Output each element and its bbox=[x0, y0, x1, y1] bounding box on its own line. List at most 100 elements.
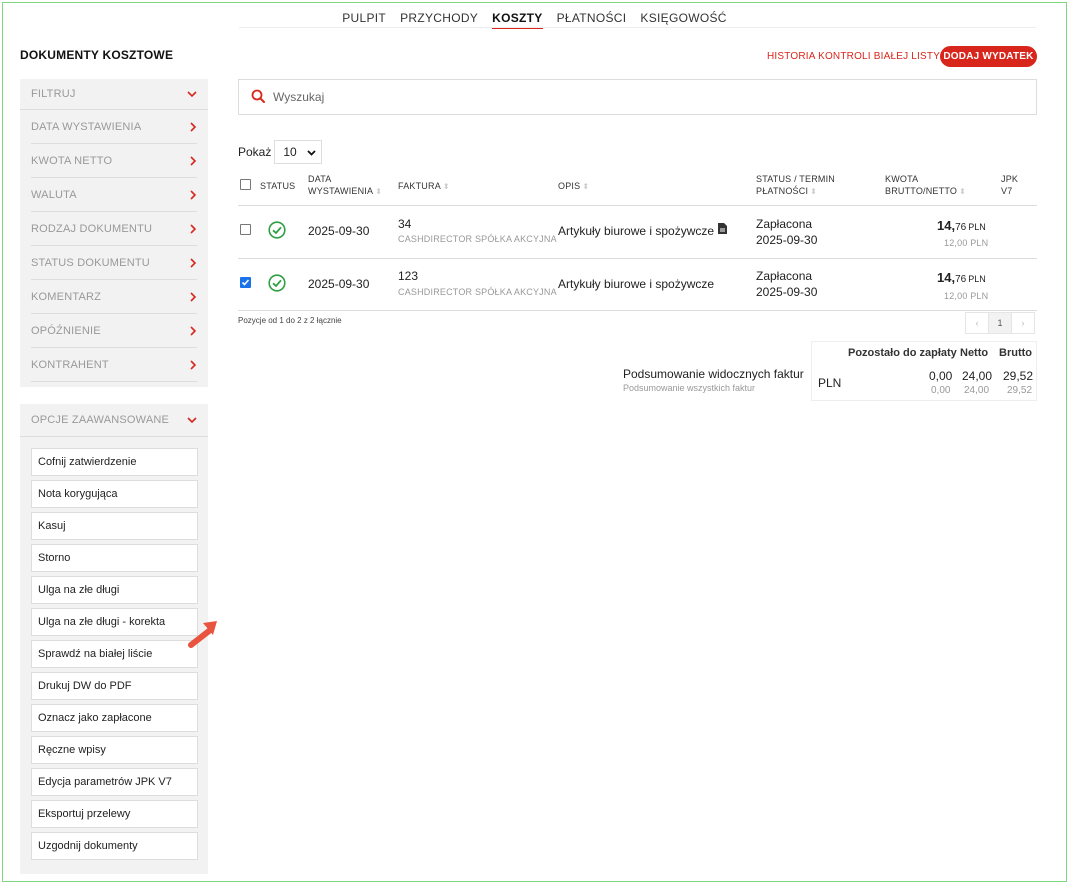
col-date[interactable]: DATA WYSTAWIENIA ⬍ bbox=[308, 173, 382, 198]
prev-page-button[interactable]: ‹ bbox=[965, 312, 989, 334]
chevron-down-icon bbox=[187, 416, 197, 424]
check-circle-icon bbox=[268, 274, 286, 292]
sort-icon: ⬍ bbox=[442, 182, 450, 191]
filter-delay[interactable]: OPÓŹNIENIE bbox=[31, 314, 197, 348]
page-size-value: 10 bbox=[283, 145, 297, 159]
filter-comment[interactable]: KOMENTARZ bbox=[31, 280, 197, 314]
col-jpk: JPK V7 bbox=[1001, 173, 1018, 197]
col-amount[interactable]: KWOTA BRUTTO/NETTO ⬍ bbox=[885, 173, 966, 198]
row-divider bbox=[238, 310, 1037, 311]
summary-visible-label: Podsumowanie widocznych faktur bbox=[623, 367, 804, 381]
gross-int: 14, bbox=[937, 218, 956, 233]
sort-icon: ⬍ bbox=[810, 187, 818, 196]
filter-label: RODZAJ DOKUMENTU bbox=[31, 222, 153, 235]
row-company: CASHDIRECTOR SPÓŁKA AKCYJNA bbox=[398, 234, 557, 244]
filter-doc-status[interactable]: STATUS DOKUMENTU bbox=[31, 246, 197, 280]
search-icon bbox=[251, 89, 265, 106]
pagination-info: Pozycje od 1 do 2 z 2 łącznie bbox=[238, 316, 342, 325]
row-payment-status: Zapłacona bbox=[756, 217, 813, 231]
summary-col-net: Netto bbox=[960, 347, 989, 359]
filter-doc-type[interactable]: RODZAJ DOKUMENTU bbox=[31, 212, 197, 246]
sort-icon: ⬍ bbox=[375, 187, 383, 196]
filters-header[interactable]: FILTRUJ bbox=[20, 79, 208, 110]
header-divider bbox=[238, 205, 1037, 206]
col-term-line2: PŁATNOŚCI bbox=[756, 186, 809, 196]
filter-contractor[interactable]: KONTRAHENT bbox=[31, 348, 197, 382]
gross-currency: PLN bbox=[968, 274, 986, 284]
filter-net-amount[interactable]: KWOTA NETTO bbox=[31, 144, 197, 178]
advanced-options-header[interactable]: OPCJE ZAAWANSOWANE bbox=[20, 404, 208, 437]
search-input[interactable] bbox=[273, 90, 973, 104]
undo-approval-button[interactable]: Cofnij zatwierdzenie bbox=[31, 448, 198, 476]
summary-col-gross: Brutto bbox=[999, 347, 1032, 359]
select-all-checkbox[interactable] bbox=[240, 179, 251, 190]
reconcile-documents-button[interactable]: Uzgodnij dokumenty bbox=[31, 832, 198, 860]
chevron-right-icon bbox=[190, 223, 197, 234]
print-dw-pdf-button[interactable]: Drukuj DW do PDF bbox=[31, 672, 198, 700]
chevron-down-icon bbox=[307, 145, 316, 159]
row-checkbox[interactable] bbox=[240, 224, 251, 235]
delete-button[interactable]: Kasuj bbox=[31, 512, 198, 540]
col-invoice[interactable]: FAKTURA ⬍ bbox=[398, 180, 450, 193]
filter-label: KONTRAHENT bbox=[31, 358, 109, 371]
col-status: STATUS bbox=[260, 181, 296, 191]
col-jpk-line2: V7 bbox=[1001, 186, 1013, 196]
bad-debt-relief-button[interactable]: Ulga na złe długi bbox=[31, 576, 198, 604]
chevron-right-icon bbox=[190, 359, 197, 370]
edit-jpk-params-button[interactable]: Edycja parametrów JPK V7 bbox=[31, 768, 198, 796]
search-bar bbox=[238, 79, 1037, 115]
filters-panel: FILTRUJ DATA WYSTAWIENIA KWOTA NETTO WAL… bbox=[20, 79, 208, 387]
manual-entries-button[interactable]: Ręczne wpisy bbox=[31, 736, 198, 764]
add-expense-button[interactable]: DODAJ WYDATEK bbox=[940, 46, 1037, 67]
storno-button[interactable]: Storno bbox=[31, 544, 198, 572]
page-1-button[interactable]: 1 bbox=[988, 312, 1012, 334]
row-payment-status: Zapłacona bbox=[756, 269, 813, 283]
advanced-options-list: Cofnij zatwierdzenie Nota korygująca Kas… bbox=[31, 448, 198, 864]
summary-visible-net: 24,00 bbox=[962, 369, 993, 383]
export-transfers-button[interactable]: Eksportuj przelewy bbox=[31, 800, 198, 828]
summary-all-remaining: 0,00 bbox=[931, 385, 951, 396]
col-amount-line2: BRUTTO/NETTO bbox=[885, 186, 958, 196]
summary-all-label: Podsumowanie wszystkich faktur bbox=[623, 383, 756, 393]
col-date-line1: DATA bbox=[308, 174, 332, 184]
filter-label: KWOTA NETTO bbox=[31, 154, 113, 167]
filter-date[interactable]: DATA WYSTAWIENIA bbox=[31, 110, 197, 144]
pagination: ‹ 1 › bbox=[965, 312, 1035, 334]
check-whitelist-button[interactable]: Sprawdź na białej liście bbox=[31, 640, 198, 668]
app-frame: PULPIT PRZYCHODY KOSZTY PŁATNOŚCI KSIĘGO… bbox=[2, 2, 1067, 882]
col-payment-status[interactable]: STATUS / TERMIN PŁATNOŚCI ⬍ bbox=[756, 173, 835, 198]
next-page-button[interactable]: › bbox=[1011, 312, 1035, 334]
page-title: DOKUMENTY KOSZTOWE bbox=[20, 48, 174, 62]
credit-note-button[interactable]: Nota korygująca bbox=[31, 480, 198, 508]
row-due-date: 2025-09-30 bbox=[756, 233, 818, 247]
col-invoice-label: FAKTURA bbox=[398, 181, 441, 191]
chevron-right-icon bbox=[190, 325, 197, 336]
sort-icon: ⬍ bbox=[959, 187, 966, 196]
row-invoice-number[interactable]: 123 bbox=[398, 269, 418, 283]
bad-debt-relief-correction-button[interactable]: Ulga na złe długi - korekta bbox=[31, 608, 198, 636]
row-divider bbox=[238, 258, 1037, 259]
history-whitelist-link[interactable]: HISTORIA KONTROLI BIAŁEJ LISTY bbox=[767, 51, 940, 62]
col-desc[interactable]: OPIS ⬍ bbox=[558, 180, 589, 193]
filter-currency[interactable]: WALUTA bbox=[31, 178, 197, 212]
row-net-amount: 12,00 PLN bbox=[944, 238, 989, 248]
pointer-arrow-icon bbox=[188, 621, 217, 648]
col-date-line2: WYSTAWIENIA bbox=[308, 186, 374, 196]
col-jpk-line1: JPK bbox=[1001, 174, 1019, 184]
filter-label: WALUTA bbox=[31, 188, 77, 201]
filters-header-label: FILTRUJ bbox=[31, 88, 76, 100]
row-checkbox[interactable] bbox=[240, 277, 251, 288]
summary-visible-gross: 29,52 bbox=[1003, 369, 1034, 383]
document-icon[interactable] bbox=[718, 223, 727, 234]
check-circle-icon bbox=[268, 221, 286, 239]
chevron-right-icon bbox=[190, 291, 197, 302]
advanced-options-label: OPCJE ZAAWANSOWANE bbox=[31, 414, 170, 426]
summary-visible-remaining: 0,00 bbox=[929, 369, 953, 383]
gross-currency: PLN bbox=[968, 222, 986, 232]
row-description: Artykuły biurowe i spożywcze bbox=[558, 224, 715, 238]
row-description: Artykuły biurowe i spożywcze bbox=[558, 277, 715, 291]
row-invoice-number[interactable]: 34 bbox=[398, 217, 411, 231]
page-size-select[interactable]: 10 bbox=[274, 140, 323, 164]
mark-paid-button[interactable]: Oznacz jako zapłacone bbox=[31, 704, 198, 732]
chevron-right-icon bbox=[190, 189, 197, 200]
